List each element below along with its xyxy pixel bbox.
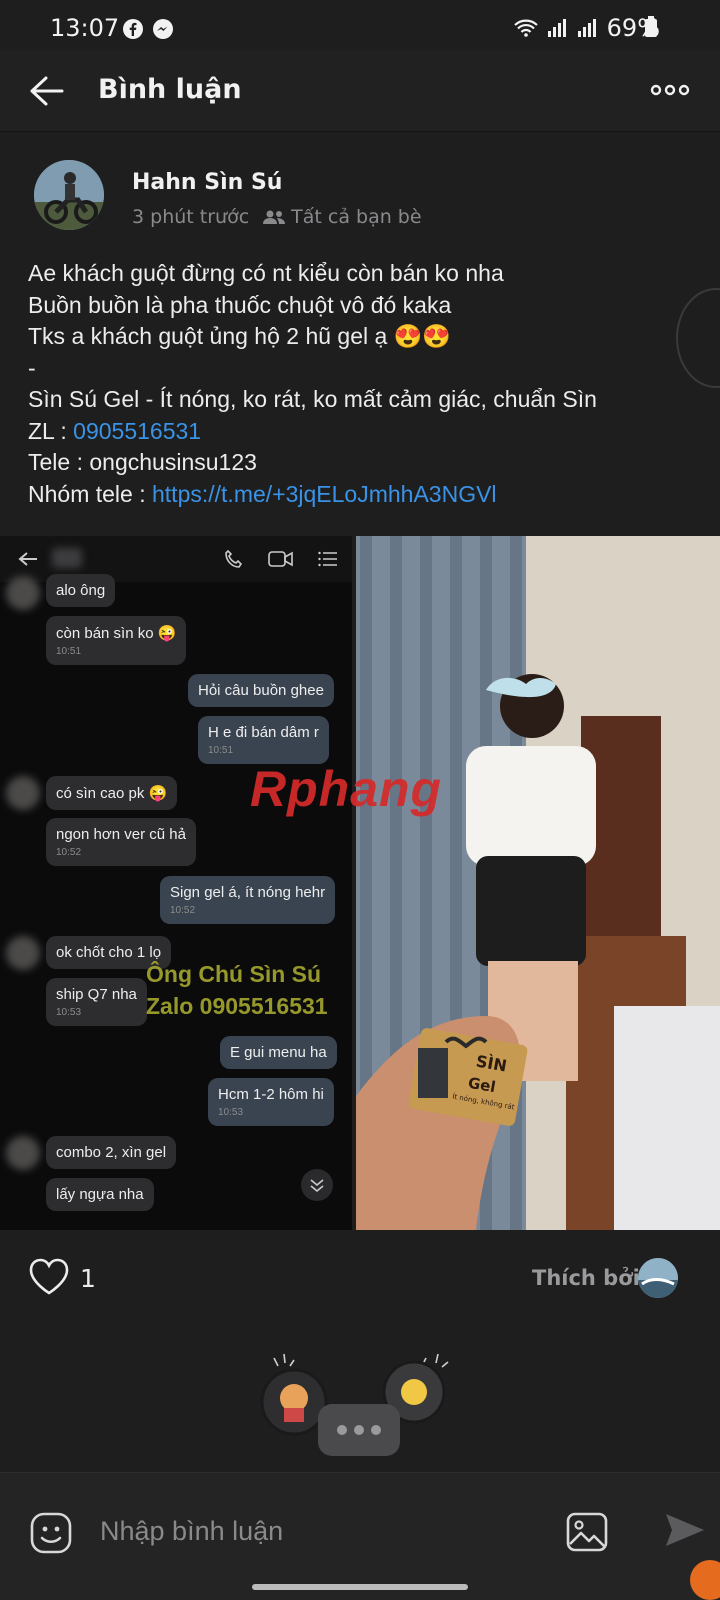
shop-watermark: Ông Chú Sìn Sú Zalo 0905516531	[146, 958, 328, 1022]
author-name[interactable]: Hahn Sìn Sú	[132, 170, 282, 195]
battery-icon	[645, 16, 657, 37]
chat-message: H e đi bán dâm r 10:51	[198, 716, 329, 764]
facebook-icon	[123, 19, 143, 39]
comment-input[interactable]	[100, 1508, 530, 1554]
liked-by-label[interactable]: Thích bởi	[532, 1266, 640, 1290]
phone-link[interactable]: 0905516531	[73, 418, 201, 444]
post-line: -	[28, 354, 36, 381]
status-bar: 13:07 69%	[0, 0, 720, 50]
like-count[interactable]: 1	[80, 1264, 96, 1293]
wifi-icon	[513, 19, 538, 37]
tele-value: ongchusinsu123	[89, 449, 257, 475]
chat-message: ship Q7 nha 10:53	[46, 978, 147, 1026]
post-photo-product[interactable]: SÌN Gel Ít nóng, không rát	[356, 536, 720, 1230]
video-call-icon	[268, 551, 293, 567]
list-icon	[318, 551, 337, 567]
post-line: Buồn buồn là pha thuốc chuột vô đó kaka	[28, 291, 452, 318]
audience-label: Tất cả bạn bè	[291, 206, 422, 228]
chat-message: Sign gel á, ít nóng hehr 10:52	[160, 876, 336, 924]
like-heart-icon[interactable]	[28, 1258, 70, 1296]
send-icon[interactable]	[662, 1510, 708, 1550]
system-indicators: 69%	[513, 14, 660, 42]
chat-message: còn bán sìn ko 😜 10:51	[46, 616, 187, 665]
post-line: Sìn Sú Gel - Ít nóng, ko rát, ko mất cảm…	[28, 386, 597, 412]
chat-message: ngon hơn ver cũ hả 10:52	[46, 818, 196, 866]
telegram-link[interactable]: https://t.me/+3jqELoJmhhA3NGVl	[152, 481, 497, 507]
scroll-down-icon	[301, 1169, 333, 1201]
post-photo-chat[interactable]: alo ông còn bán sìn ko 😜 10:51 Hỏi câu bu…	[0, 536, 352, 1230]
post-time: 3 phút trước	[132, 206, 250, 228]
post-line-tele: Tele : ongchusinsu123	[28, 447, 698, 479]
watermark: Rphang	[250, 761, 443, 817]
chat-avatar	[6, 1136, 40, 1170]
tele-label: Tele :	[28, 449, 90, 475]
post-meta: 3 phút trước Tất cả bạn bè	[132, 206, 422, 228]
chat-avatar	[6, 776, 40, 810]
emoji-icon[interactable]	[30, 1512, 72, 1554]
shop-watermark-phone: Zalo 0905516531	[146, 993, 328, 1019]
post-line-zalo: ZL : 0905516531	[28, 416, 698, 448]
post-line-group: Nhóm tele : https://t.me/+3jqELoJmhhA3NG…	[28, 479, 698, 511]
more-options-icon[interactable]	[650, 80, 690, 100]
post-body: Ae khách guột đừng có nt kiểu còn bán ko…	[28, 258, 698, 510]
zalo-label: ZL :	[28, 417, 74, 444]
messenger-icon	[153, 19, 173, 39]
audience[interactable]: Tất cả bạn bè	[263, 206, 422, 228]
status-time: 13:07	[50, 14, 120, 42]
empty-comments-illustration	[260, 1353, 449, 1456]
blurred-contact-name	[52, 548, 82, 568]
chat-message: lấy ngựa nha	[46, 1178, 154, 1211]
phone-icon	[225, 549, 243, 568]
chat-message: Hỏi câu buồn ghee	[188, 674, 334, 707]
post-line: Ae khách guột đừng có nt kiểu còn bán ko…	[28, 260, 504, 286]
liker-photo-icon	[638, 1258, 678, 1298]
liker-avatar[interactable]	[638, 1258, 678, 1298]
chat-avatar	[6, 576, 40, 610]
avatar-photo-icon	[34, 160, 104, 230]
chat-message: E gui menu ha	[220, 1036, 337, 1069]
post-line: Tks a khách guột ủng hộ 2 hũ gel ạ 😍😍	[28, 323, 451, 349]
chat-message: combo 2, xìn gel	[46, 1136, 177, 1169]
home-indicator[interactable]	[252, 1584, 468, 1590]
signal-icon	[547, 19, 566, 37]
chat-avatar	[6, 936, 40, 970]
signal-icon-2	[577, 19, 596, 37]
shop-watermark-name: Ông Chú Sìn Sú	[146, 961, 322, 987]
friends-icon	[263, 210, 286, 224]
group-label: Nhóm tele :	[28, 480, 152, 507]
image-icon[interactable]	[566, 1512, 608, 1552]
back-arrow-icon[interactable]	[26, 74, 66, 108]
notification-icons	[122, 18, 174, 40]
app-bar: Bình luận	[0, 50, 720, 132]
product-photo-icon	[356, 536, 720, 1230]
chat-message: có sìn cao pk 😜	[46, 776, 178, 810]
chat-message: Hcm 1-2 hôm hi 10:53	[208, 1078, 334, 1126]
chat-message: alo ông	[46, 574, 116, 607]
page-title: Bình luận	[98, 74, 242, 105]
back-arrow-icon	[18, 552, 37, 566]
author-avatar[interactable]	[34, 160, 104, 230]
